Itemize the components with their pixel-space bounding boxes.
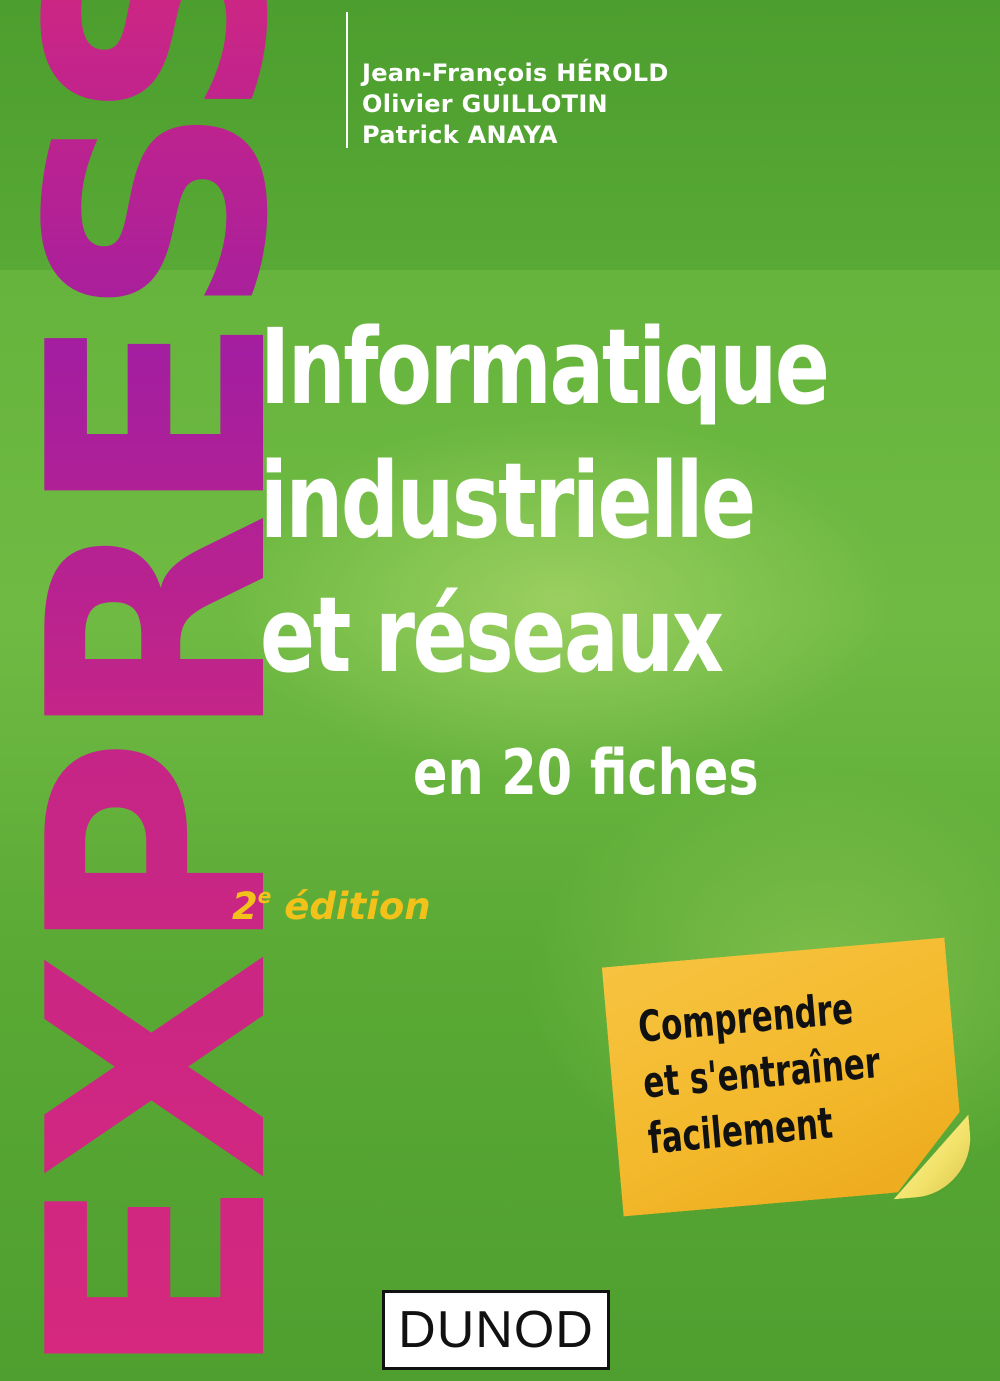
edition-suffix: e bbox=[257, 884, 272, 908]
title-line: et réseaux bbox=[260, 574, 724, 696]
title-line: industrielle bbox=[260, 440, 756, 562]
title-line: Informatique bbox=[260, 306, 830, 428]
book-cover: EXPRESS Jean-François HÉROLD Olivier GUI… bbox=[0, 0, 1000, 1381]
author-divider-line bbox=[346, 12, 348, 148]
author-list: Jean-François HÉROLD Olivier GUILLOTIN P… bbox=[362, 58, 669, 151]
author-name: Jean-François HÉROLD bbox=[362, 59, 669, 87]
edition-number: 2 bbox=[232, 885, 258, 928]
author-name: Olivier GUILLOTIN bbox=[362, 90, 608, 118]
edition-label: 2e édition bbox=[232, 884, 431, 928]
author-name: Patrick ANAYA bbox=[362, 121, 558, 149]
edition-word: édition bbox=[284, 885, 431, 928]
sticky-note-text: Comprendre et s'entraîner facilement bbox=[636, 972, 969, 1167]
book-title: Informatique industrielle et réseaux bbox=[260, 300, 830, 702]
publisher-logo: DUNOD bbox=[382, 1290, 610, 1370]
book-subtitle: en 20 fiches bbox=[413, 736, 759, 809]
